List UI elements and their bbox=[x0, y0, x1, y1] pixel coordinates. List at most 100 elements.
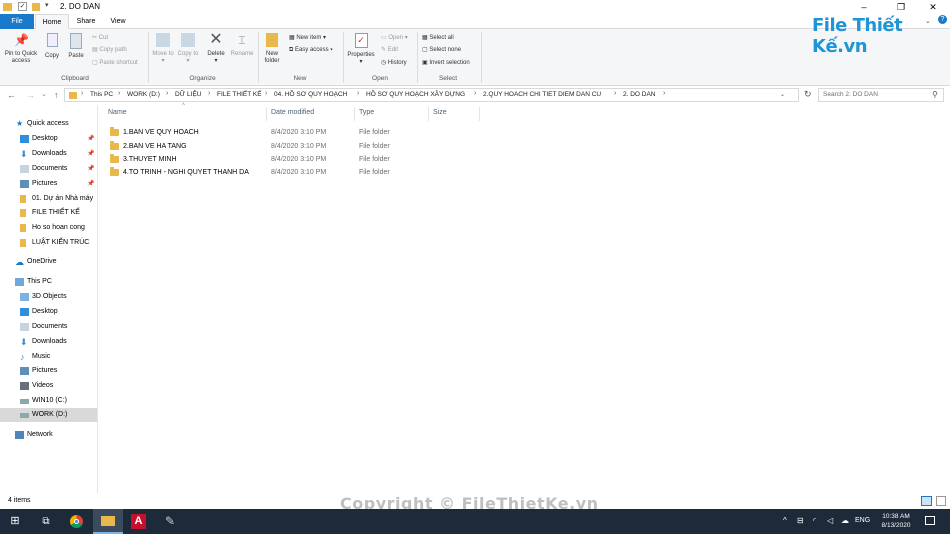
column-separator[interactable] bbox=[266, 107, 267, 121]
nav-folder-du-an[interactable]: 01. Dự án Nhà máy bbox=[0, 192, 97, 206]
file-row[interactable]: 1.BAN VE QUY HOACH 8/4/2020 3:10 PM File… bbox=[98, 126, 950, 139]
column-separator[interactable] bbox=[479, 107, 480, 121]
nav-downloads[interactable]: ⬇ Downloads 📌 bbox=[0, 147, 97, 161]
invert-selection-button[interactable]: ▣ Invert selection bbox=[422, 59, 470, 67]
file-date: 8/4/2020 3:10 PM bbox=[271, 156, 327, 163]
notifications-icon[interactable] bbox=[925, 516, 935, 525]
breadcrumb-quy-hoach-chi-tiet[interactable]: 2.QUY HOACH CHI TIET DIEM DAN CU bbox=[483, 91, 601, 98]
open-button[interactable]: ▭ Open ▾ bbox=[381, 34, 408, 42]
nav-folder-luat[interactable]: LUẬT KIẾN TRÚC bbox=[0, 236, 97, 250]
nav-pc-downloads[interactable]: ⬇ Downloads bbox=[0, 335, 97, 349]
breadcrumb-ho-so-quy-hoach[interactable]: 04. HỒ SƠ QUY HOẠCH bbox=[274, 91, 347, 98]
move-to-button[interactable]: Move to ▾ bbox=[151, 33, 175, 65]
nav-3d-objects[interactable]: 3D Objects bbox=[0, 290, 97, 304]
customize-quick-access-icon[interactable]: ▾ bbox=[45, 1, 49, 9]
column-name[interactable]: Name bbox=[108, 109, 127, 116]
select-none-button[interactable]: ▢ Select none bbox=[422, 46, 461, 54]
onedrive-tray-icon[interactable]: ☁ bbox=[841, 516, 849, 525]
paste-button[interactable]: Paste bbox=[64, 33, 88, 60]
up-icon[interactable]: ↑ bbox=[54, 89, 59, 101]
new-folder-icon[interactable] bbox=[32, 3, 40, 11]
tab-share[interactable]: Share bbox=[71, 14, 101, 29]
file-row[interactable]: 3.THUYET MINH 8/4/2020 3:10 PM File fold… bbox=[98, 153, 950, 166]
address-bar[interactable]: › This PC › WORK (D:) › DỮ LIỆU › FILE T… bbox=[64, 88, 799, 102]
breadcrumb-du-lieu[interactable]: DỮ LIỆU bbox=[175, 91, 202, 98]
nav-drive-d[interactable]: WORK (D:) bbox=[0, 408, 97, 422]
column-separator[interactable] bbox=[354, 107, 355, 121]
nav-desktop[interactable]: Desktop 📌 bbox=[0, 132, 97, 146]
details-view-icon[interactable] bbox=[921, 496, 932, 506]
volume-icon[interactable]: ◁ bbox=[827, 516, 833, 525]
nav-pc-pictures[interactable]: Pictures bbox=[0, 364, 97, 378]
column-date[interactable]: Date modified bbox=[271, 109, 314, 116]
forward-icon[interactable]: → bbox=[26, 89, 35, 101]
chrome-icon[interactable] bbox=[62, 509, 92, 534]
nav-network[interactable]: Network bbox=[0, 428, 97, 442]
select-all-button[interactable]: ▦ Select all bbox=[422, 34, 454, 42]
breadcrumb-this-pc[interactable]: This PC bbox=[90, 91, 113, 98]
nav-music[interactable]: ♪ Music bbox=[0, 350, 97, 364]
nav-pc-desktop[interactable]: Desktop bbox=[0, 305, 97, 319]
maximize-button[interactable]: ❐ bbox=[884, 0, 918, 14]
cut-button[interactable]: ✂ Cut bbox=[92, 34, 108, 42]
nav-this-pc[interactable]: This PC bbox=[0, 275, 97, 289]
rename-button[interactable]: ⌶ Rename bbox=[229, 33, 255, 58]
clock[interactable]: 10:38 AM 8/13/2020 bbox=[876, 512, 916, 530]
copy-to-button[interactable]: Copy to ▾ bbox=[176, 33, 200, 65]
tab-view[interactable]: View bbox=[103, 14, 133, 29]
wifi-icon[interactable]: ◜ bbox=[813, 516, 816, 525]
delete-button[interactable]: ✕ Delete ▾ bbox=[203, 32, 229, 65]
column-type[interactable]: Type bbox=[359, 109, 374, 116]
new-item-button[interactable]: ▦ New item ▾ bbox=[289, 34, 326, 42]
edit-button[interactable]: ✎ Edit bbox=[381, 46, 398, 54]
nav-quick-access[interactable]: ★ Quick access bbox=[0, 117, 97, 131]
nav-folder-ho-so[interactable]: Ho so hoan cong bbox=[0, 221, 97, 235]
nav-onedrive[interactable]: ☁ OneDrive bbox=[0, 255, 97, 269]
nav-videos[interactable]: Videos bbox=[0, 379, 97, 393]
chevron-down-icon[interactable]: ⌄ bbox=[780, 91, 785, 98]
network-tray-icon[interactable]: ⊟ bbox=[797, 516, 804, 525]
file-explorer-icon[interactable] bbox=[93, 509, 123, 534]
autocad-icon[interactable]: A bbox=[124, 509, 154, 534]
refresh-icon[interactable]: ↻ bbox=[804, 89, 812, 100]
nav-pictures[interactable]: Pictures 📌 bbox=[0, 177, 97, 191]
copy-button[interactable]: Copy bbox=[41, 33, 63, 60]
nav-documents[interactable]: Documents 📌 bbox=[0, 162, 97, 176]
start-icon[interactable]: ⊞ bbox=[0, 509, 30, 534]
back-icon[interactable]: ← bbox=[7, 89, 16, 101]
tray-chevron-icon[interactable]: ^ bbox=[783, 516, 787, 525]
large-icons-view-icon[interactable] bbox=[936, 496, 946, 506]
breadcrumb-do-dan[interactable]: 2. DO DAN bbox=[623, 91, 656, 98]
column-size[interactable]: Size bbox=[433, 109, 447, 116]
file-row[interactable]: 4.TO TRINH - NGHI QUYET THANH DA 8/4/202… bbox=[98, 166, 950, 179]
task-view-icon[interactable]: ⧉ bbox=[31, 509, 61, 534]
copy-path-button[interactable]: ▤ Copy path bbox=[92, 46, 127, 54]
paste-shortcut-button[interactable]: ▢ Paste shortcut bbox=[92, 59, 138, 67]
easy-access-button[interactable]: ⧉ Easy access ▾ bbox=[289, 46, 333, 54]
language-indicator[interactable]: ENG bbox=[855, 517, 870, 524]
breadcrumb-ho-so-quy-hoach-xay-dung[interactable]: HỒ SƠ QUY HOẠCH XÂY DỰNG bbox=[366, 91, 465, 98]
app-icon[interactable]: ✎ bbox=[155, 509, 185, 534]
nav-drive-c[interactable]: WIN10 (C:) bbox=[0, 394, 97, 408]
tab-file[interactable]: File bbox=[0, 14, 34, 29]
history-button[interactable]: ◷ History bbox=[381, 59, 407, 67]
pin-quick-access-button[interactable]: 📌 Pin to Quick access bbox=[2, 33, 40, 65]
nav-pc-documents[interactable]: Documents bbox=[0, 320, 97, 334]
column-separator[interactable] bbox=[428, 107, 429, 121]
search-icon[interactable]: ⚲ bbox=[932, 90, 938, 99]
recent-locations-icon[interactable]: ⌄ bbox=[41, 89, 47, 101]
properties-button[interactable]: ✓ Properties ▾ bbox=[345, 33, 377, 66]
breadcrumb-work-d[interactable]: WORK (D:) bbox=[127, 91, 160, 98]
close-button[interactable]: ✕ bbox=[916, 0, 950, 14]
properties-icon[interactable]: ✓ bbox=[18, 2, 27, 11]
minimize-button[interactable]: – bbox=[847, 0, 881, 14]
new-folder-button[interactable]: New folder bbox=[260, 33, 284, 65]
breadcrumb-file-thiet-ke[interactable]: FILE THIẾT KẾ bbox=[217, 91, 262, 98]
nav-folder-file-thiet-ke[interactable]: FILE THIẾT KẾ bbox=[0, 206, 97, 220]
file-row[interactable]: 2.BAN VE HA TANG 8/4/2020 3:10 PM File f… bbox=[98, 140, 950, 153]
search-input[interactable]: Search 2. DO DAN ⚲ bbox=[818, 88, 944, 102]
tab-home[interactable]: Home bbox=[35, 14, 69, 29]
file-type: File folder bbox=[359, 169, 390, 176]
file-name: 3.THUYET MINH bbox=[123, 156, 177, 163]
window-title: 2. DO DAN bbox=[60, 2, 101, 11]
